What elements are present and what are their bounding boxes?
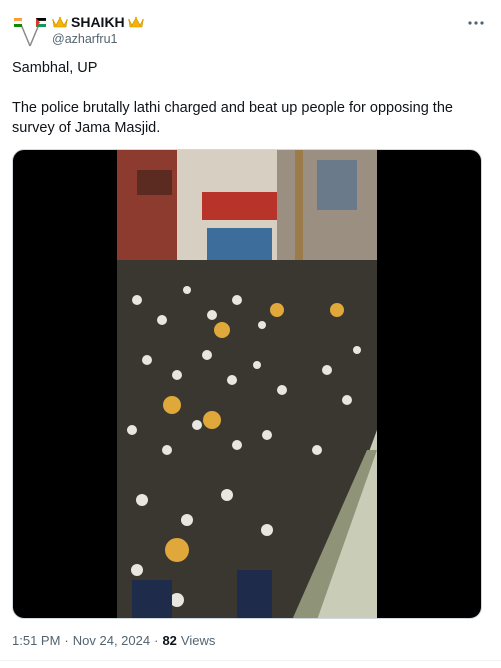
tweet-meta: 1:51 PM · Nov 24, 2024 · 82 Views [12,633,215,648]
crowd-scene-image [117,150,377,618]
crossed-flags-icon[interactable] [12,12,48,48]
tweet-location-line: Sambhal, UP [12,60,98,76]
views-count: 82 [162,633,177,648]
video-player[interactable] [12,149,482,619]
crown-icon [127,16,144,28]
author-names: SHAIKH @azharfru1 [52,13,144,46]
more-dots-icon [468,21,484,25]
video-thumbnail [117,150,377,618]
tweet-text: Sambhal, UP The police brutally lathi ch… [12,58,482,138]
author-display-name-row[interactable]: SHAIKH [52,13,144,31]
author-display-name[interactable]: SHAIKH [71,14,125,30]
more-options-button[interactable] [465,12,487,34]
meta-separator: · [64,633,69,648]
divider [0,660,501,661]
tweet-header: SHAIKH @azharfru1 [12,10,489,50]
tweet-date[interactable]: Nov 24, 2024 [73,633,150,648]
crown-icon [52,16,68,28]
author-handle[interactable]: @azharfru1 [52,32,144,46]
tweet-time[interactable]: 1:51 PM [12,633,60,648]
tweet-body: The police brutally lathi charged and be… [12,100,453,136]
views-label: Views [180,633,216,648]
meta-separator: · [154,633,159,648]
